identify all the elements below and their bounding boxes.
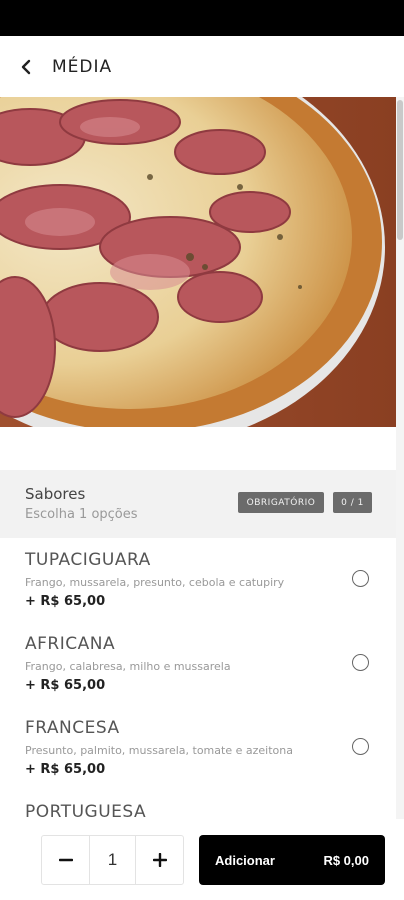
option-price: + R$ 65,00 [25,762,106,777]
quantity-stepper: 1 [41,835,184,885]
flavor-option[interactable]: PORTUGUESA [0,790,396,819]
add-to-cart-button[interactable]: Adicionar R$ 0,00 [199,835,385,885]
flavors-section-header: Sabores Escolha 1 opções OBRIGATÓRIO 0 /… [0,470,396,538]
option-description: Frango, mussarela, presunto, cebola e ca… [25,576,285,589]
product-image [0,97,396,427]
option-name: PORTUGUESA [25,802,147,819]
option-description: Frango, calabresa, milho e mussarela [25,660,231,673]
selection-count-badge: 0 / 1 [333,492,372,513]
chevron-left-icon [21,59,31,74]
option-name: FRANCESA [25,718,120,738]
header: MÉDIA [0,36,404,97]
plus-icon [152,853,167,867]
section-subtitle: Escolha 1 opções [25,507,138,522]
increment-button[interactable] [136,836,183,884]
option-price: + R$ 65,00 [25,678,106,693]
flavor-option[interactable]: AFRICANA Frango, calabresa, milho e muss… [0,622,396,706]
decrement-button[interactable] [42,836,89,884]
flavor-options-list: TUPACIGUARA Frango, mussarela, presunto,… [0,538,396,819]
option-price: + R$ 65,00 [25,594,106,609]
status-bar [0,0,404,36]
pizza-photo [0,97,396,427]
flavor-option[interactable]: TUPACIGUARA Frango, mussarela, presunto,… [0,538,396,622]
radio-button[interactable] [352,654,369,671]
page-title: MÉDIA [52,56,113,77]
flavor-option[interactable]: FRANCESA Presunto, palmito, mussarela, t… [0,706,396,790]
quantity-value: 1 [89,836,136,884]
scrollbar-thumb[interactable] [397,100,403,240]
required-badge: OBRIGATÓRIO [238,492,324,513]
minus-icon [58,858,73,862]
radio-button[interactable] [352,570,369,587]
bottom-action-bar: 1 Adicionar R$ 0,00 [0,819,404,900]
option-name: AFRICANA [25,634,116,654]
back-button[interactable] [0,36,52,97]
add-button-label: Adicionar [215,852,275,868]
radio-button[interactable] [352,738,369,755]
add-button-total: R$ 0,00 [323,852,369,868]
section-title: Sabores [25,485,86,503]
option-name: TUPACIGUARA [25,550,151,570]
option-description: Presunto, palmito, mussarela, tomate e a… [25,744,293,757]
